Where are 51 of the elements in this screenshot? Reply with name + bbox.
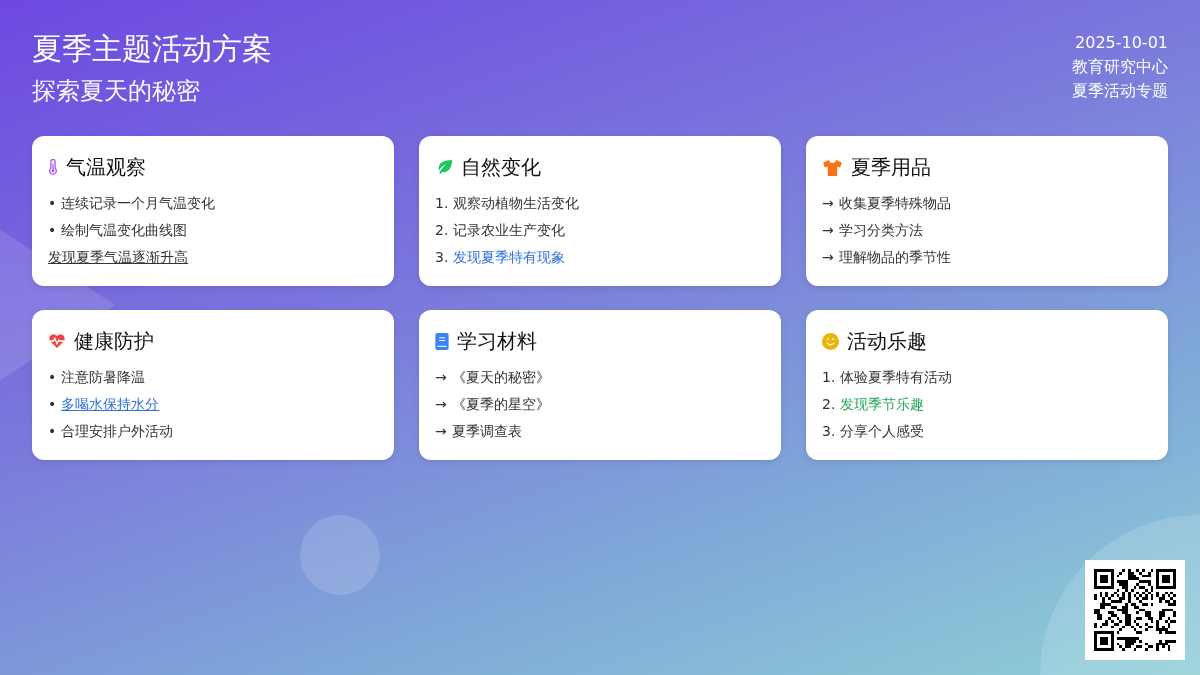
item-text: 理解物品的季节性 [838, 248, 951, 267]
smiley-icon [822, 332, 839, 350]
list-marker: • [48, 395, 57, 414]
list-marker: 3. [822, 422, 836, 441]
meta-text: 教育研究中心 [1072, 56, 1168, 78]
item-text: 发现夏季气温逐渐升高 [48, 248, 188, 267]
t-shirt-icon [822, 158, 843, 176]
thermometer-icon [48, 159, 58, 175]
list-marker: • [48, 221, 57, 240]
card-title: 学习材料 [457, 327, 537, 355]
item-text: 合理安排户外活动 [61, 422, 174, 441]
item-text: 发现夏季特有现象 [453, 248, 566, 267]
item-text: 连续记录一个月气温变化 [61, 194, 216, 213]
page-subtitle: 探索夏天的秘密 [32, 76, 201, 107]
meta-text: 夏季活动专题 [1072, 80, 1168, 102]
list-marker: • [48, 194, 57, 213]
card-title: 活动乐趣 [847, 327, 927, 355]
card-title: 自然变化 [461, 153, 541, 181]
card-title: 气温观察 [66, 153, 146, 181]
card-title: 夏季用品 [851, 153, 931, 181]
item-text: 注意防暑降温 [61, 368, 146, 387]
list-marker: → [822, 248, 834, 267]
item-text: 夏季调查表 [451, 422, 522, 441]
card-title: 健康防护 [74, 327, 154, 355]
list-marker: 1. [822, 368, 836, 387]
list-marker: → [822, 194, 834, 213]
list-marker: 3. [435, 248, 449, 267]
list-marker: → [435, 422, 447, 441]
list-marker: 1. [435, 194, 449, 213]
item-text: 体验夏季特有活动 [840, 368, 953, 387]
item-text: 发现季节乐趣 [840, 395, 925, 414]
item-text: 收集夏季特殊物品 [838, 194, 951, 213]
page-title: 夏季主题活动方案 [32, 30, 272, 68]
item-text: 《夏季的星空》 [451, 395, 550, 414]
list-marker: 2. [435, 221, 449, 240]
list-marker: 2. [822, 395, 836, 414]
list-marker: → [435, 395, 447, 414]
item-text: 《夏天的秘密》 [451, 368, 550, 387]
item-text: 绘制气温变化曲线图 [61, 221, 188, 240]
item-text: 分享个人感受 [840, 422, 925, 441]
list-marker: • [48, 368, 57, 387]
item-text: 观察动植物生活变化 [453, 194, 580, 213]
list-marker: • [48, 422, 57, 441]
heartbeat-icon [48, 333, 66, 349]
list-marker: → [435, 368, 447, 387]
meta-text: 2025-10-01 [1074, 32, 1168, 54]
list-marker: → [822, 221, 834, 240]
book-icon [435, 332, 449, 350]
item-text: 学习分类方法 [838, 221, 923, 240]
item-text: 记录农业生产变化 [453, 221, 566, 240]
item-link[interactable]: 多喝水保持水分 [61, 391, 160, 418]
